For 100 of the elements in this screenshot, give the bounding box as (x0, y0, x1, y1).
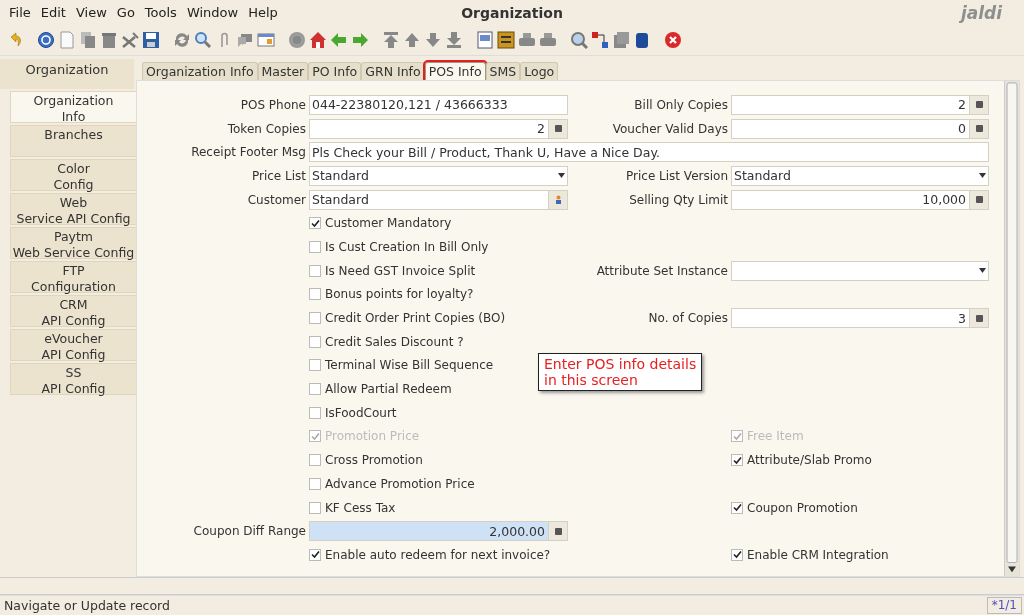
menu-item[interactable]: Edit (35, 5, 71, 20)
square-icon (975, 101, 983, 109)
copy-icon[interactable] (79, 31, 97, 49)
input-field[interactable]: 3 (731, 308, 989, 329)
archive-icon[interactable] (497, 31, 515, 49)
record-counter: *1/1 (986, 597, 1022, 614)
next-record-icon[interactable] (424, 31, 442, 49)
field-label: No. of Copies (647, 311, 728, 326)
tab[interactable]: PO Info (308, 62, 362, 80)
field-label: Selling Qty Limit (628, 192, 728, 207)
checkbox[interactable]: Terminal Wise Bill Sequence (309, 358, 494, 373)
checkbox[interactable]: Coupon Promotion (731, 500, 858, 515)
square-icon (975, 125, 983, 133)
menu-item[interactable]: View (70, 5, 112, 20)
sidebar-header[interactable]: Organization (0, 59, 134, 89)
help-icon[interactable] (37, 31, 55, 49)
back-icon[interactable] (330, 31, 348, 49)
sidebar-tab[interactable]: FTP Configuration (10, 261, 136, 293)
workflow-icon[interactable] (591, 31, 609, 49)
refresh-icon[interactable] (173, 31, 191, 49)
calculator-button[interactable] (969, 119, 988, 138)
dropdown-field[interactable] (731, 260, 989, 281)
input-field[interactable]: 2,000.00 (309, 521, 568, 542)
checkbox[interactable]: Advance Promotion Price (309, 476, 475, 491)
grid-icon[interactable] (257, 31, 275, 49)
home-icon[interactable] (309, 31, 327, 49)
field-label: Price List Version (625, 168, 728, 183)
app-logo: jaldi (960, 3, 1002, 23)
caret-icon (978, 268, 986, 274)
calculator-button[interactable] (548, 522, 567, 541)
checkbox[interactable]: Allow Partial Redeem (309, 382, 452, 397)
tab[interactable]: POS Info (424, 62, 486, 80)
input-field[interactable]: 2 (309, 118, 568, 139)
calculator-button[interactable] (548, 119, 567, 138)
checkbox[interactable]: Is Need GST Invoice Split (309, 263, 476, 278)
menu-item[interactable]: Tools (139, 5, 182, 20)
search-icon[interactable] (194, 31, 212, 49)
callout-tooltip: Enter POS info details in this screen (538, 352, 703, 391)
sidebar-tab[interactable]: eVoucher API Config (10, 329, 136, 361)
square-icon (975, 196, 983, 204)
tab[interactable]: Organization Info (142, 62, 258, 80)
calculator-button[interactable] (969, 309, 988, 328)
sidebar-tab[interactable]: Web Service API Config (10, 193, 136, 225)
menu-item[interactable]: Go (111, 5, 140, 20)
delete-selection-icon[interactable] (121, 31, 139, 49)
zoom-icon[interactable] (570, 31, 588, 49)
input-field[interactable]: Pls Check your Bill / Product, Thank U, Have a Nice Day. (309, 142, 989, 163)
checkbox[interactable]: Is Cust Creation In Bill Only (309, 239, 489, 254)
calculator-button[interactable] (969, 190, 988, 209)
checkbox[interactable]: Cross Promotion (309, 453, 423, 468)
forward-icon[interactable] (351, 31, 369, 49)
sidebar-tab[interactable]: Organization Info (10, 91, 136, 123)
square-icon (554, 125, 562, 133)
input-field[interactable]: 0 (731, 118, 989, 139)
sidebar-tab[interactable]: Color Config (10, 159, 136, 191)
tab[interactable]: Master (257, 62, 309, 80)
menu-item[interactable]: Help (243, 5, 283, 20)
checkbox[interactable]: Enable CRM Integration (731, 547, 889, 562)
checkbox[interactable]: Customer Mandatory (309, 216, 452, 231)
tab[interactable]: GRN Info (361, 62, 425, 80)
first-record-icon[interactable] (382, 31, 400, 49)
input-field[interactable]: 044-22380120,121 / 43666333 (309, 94, 568, 115)
delete-icon[interactable] (100, 31, 118, 49)
checkbox[interactable]: Attribute/Slab Promo (731, 453, 872, 468)
print-preview-icon[interactable] (518, 31, 536, 49)
last-record-icon[interactable] (445, 31, 463, 49)
field-label: Coupon Diff Range (192, 524, 306, 539)
tab[interactable]: Logo (520, 62, 559, 80)
person-icon (554, 195, 562, 205)
calculator-button[interactable] (969, 95, 988, 114)
field-label: Customer (246, 192, 306, 207)
print-icon[interactable] (539, 31, 557, 49)
checkmark-icon (310, 431, 320, 441)
lookup-button[interactable] (548, 190, 567, 209)
menu-item[interactable]: File (4, 5, 36, 20)
dropdown-field[interactable]: Standard (731, 165, 989, 186)
input-field[interactable]: Standard (309, 189, 568, 210)
checkbox[interactable]: KF Cess Tax (309, 500, 396, 515)
sidebar-tab[interactable]: Branches (10, 125, 136, 157)
sidebar-tab[interactable]: Paytm Web Service Config (10, 227, 136, 259)
scrollbar[interactable] (1004, 81, 1019, 576)
checkbox[interactable]: Bonus points for loyalty? (309, 287, 474, 302)
close-icon[interactable] (664, 31, 682, 49)
tab[interactable]: SMS (485, 62, 521, 80)
sidebar-tab[interactable]: SS API Config (10, 363, 136, 395)
checkbox[interactable]: Credit Order Print Copies (BO) (309, 311, 506, 326)
report-icon[interactable] (476, 31, 494, 49)
checkbox[interactable]: Enable auto redeem for next invoice? (309, 547, 551, 562)
status-message: Navigate or Update record (3, 598, 171, 613)
checkbox[interactable]: IsFoodCourt (309, 405, 397, 420)
dropdown-field[interactable]: Standard (309, 165, 568, 186)
field-label: Receipt Footer Msg (190, 145, 306, 160)
save-icon[interactable] (142, 31, 160, 49)
window-title: Organization (461, 4, 563, 21)
menu-item[interactable]: Window (181, 5, 244, 20)
previous-record-icon[interactable] (403, 31, 421, 49)
checkbox[interactable]: Credit Sales Discount ? (309, 334, 464, 349)
input-field[interactable]: 10,000 (731, 189, 989, 210)
chat-icon[interactable] (236, 31, 254, 49)
input-field[interactable]: 2 (731, 94, 989, 115)
